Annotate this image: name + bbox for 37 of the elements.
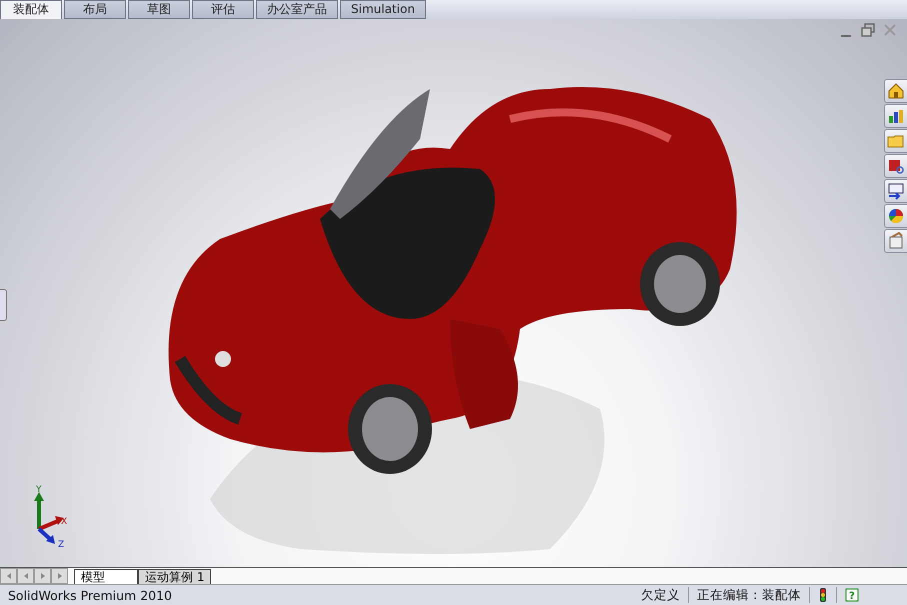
command-tab[interactable]: 装配体 [0, 0, 62, 19]
restore-icon [861, 23, 875, 37]
left-arrow-icon [22, 572, 30, 580]
command-tab[interactable]: 评估 [192, 0, 254, 19]
scroll-button[interactable] [51, 568, 68, 584]
right-arrow-icon [56, 572, 64, 580]
task-pane-button[interactable] [884, 179, 907, 203]
bottom-tab[interactable]: 模型 [74, 569, 138, 584]
command-tab[interactable]: 布局 [64, 0, 126, 19]
task-pane-button[interactable] [884, 229, 907, 253]
left-arrow-icon [4, 572, 12, 580]
product-name: SolidWorks Premium 2010 [7, 588, 174, 602]
command-tab[interactable]: 办公室产品 [256, 0, 338, 19]
command-tab[interactable]: 草图 [128, 0, 190, 19]
bar-chart-icon [887, 107, 905, 125]
traffic-light-icon [818, 587, 828, 603]
layout-arrow-icon [887, 182, 905, 200]
task-pane-button[interactable] [884, 79, 907, 103]
close-icon [883, 23, 897, 37]
scroll-button[interactable] [34, 568, 51, 584]
task-pane-button[interactable] [884, 204, 907, 228]
scroll-button[interactable] [17, 568, 34, 584]
task-pane-button[interactable] [884, 104, 907, 128]
task-pane-button[interactable] [884, 154, 907, 178]
right-arrow-icon [38, 572, 46, 580]
editing-status: 正在编辑：装配体 [696, 586, 802, 604]
definition-status: 欠定义 [640, 586, 681, 604]
bottom-tab[interactable]: 运动算例 1 [138, 569, 212, 584]
home-icon [887, 82, 905, 100]
help-icon: ? [845, 588, 859, 602]
minimize-icon [841, 35, 851, 37]
cube-search-icon [887, 157, 905, 175]
color-sphere-icon [887, 207, 905, 225]
clipboard-icon [887, 232, 905, 250]
panel-handle[interactable] [0, 289, 7, 321]
command-tab[interactable]: Simulation [340, 0, 426, 19]
scroll-button[interactable] [0, 568, 17, 584]
